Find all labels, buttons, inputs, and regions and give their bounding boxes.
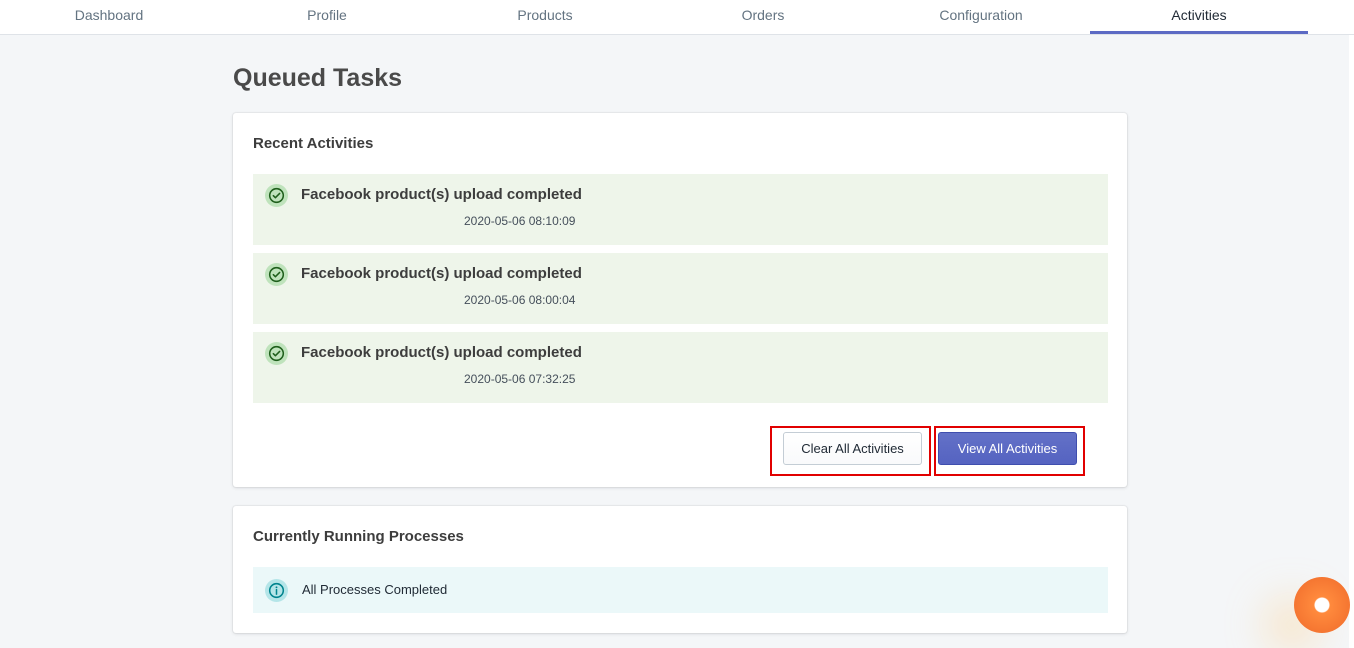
- process-status-text: All Processes Completed: [302, 582, 448, 597]
- card-title-recent-activities: Recent Activities: [253, 135, 374, 152]
- activity-item: Facebook product(s) upload completed 202…: [253, 332, 1108, 403]
- tab-profile[interactable]: Profile: [218, 0, 436, 33]
- activity-text: Facebook product(s) upload completed: [301, 344, 582, 361]
- check-circle-icon: [265, 263, 288, 286]
- activity-item: Facebook product(s) upload completed 202…: [253, 253, 1108, 324]
- highlight-box-clear: [770, 426, 931, 476]
- check-circle-icon: [265, 184, 288, 207]
- top-nav-tabs: Dashboard Profile Products Orders Config…: [0, 0, 1354, 35]
- running-processes-card: Currently Running Processes All Processe…: [233, 506, 1127, 633]
- check-circle-icon: [265, 342, 288, 365]
- activity-timestamp: 2020-05-06 08:10:09: [464, 214, 576, 228]
- activity-timestamp: 2020-05-06 08:00:04: [464, 293, 576, 307]
- tab-products[interactable]: Products: [436, 0, 654, 33]
- tab-dashboard[interactable]: Dashboard: [0, 0, 218, 33]
- info-banner: All Processes Completed: [253, 567, 1108, 613]
- activity-text: Facebook product(s) upload completed: [301, 186, 582, 203]
- activity-item: Facebook product(s) upload completed 202…: [253, 174, 1108, 245]
- tab-orders[interactable]: Orders: [654, 0, 872, 33]
- tab-activities[interactable]: Activities: [1090, 0, 1308, 34]
- activity-text: Facebook product(s) upload completed: [301, 265, 582, 282]
- card-title-running-processes: Currently Running Processes: [253, 528, 464, 545]
- highlight-box-view: [934, 426, 1085, 476]
- chat-widget-icon[interactable]: [1294, 577, 1350, 633]
- activity-timestamp: 2020-05-06 07:32:25: [464, 372, 576, 386]
- page-title: Queued Tasks: [233, 64, 403, 92]
- window-edge: [1349, 0, 1354, 648]
- tab-configuration[interactable]: Configuration: [872, 0, 1090, 33]
- recent-activities-card: Recent Activities Facebook product(s) up…: [233, 113, 1127, 487]
- info-circle-icon: [265, 579, 288, 602]
